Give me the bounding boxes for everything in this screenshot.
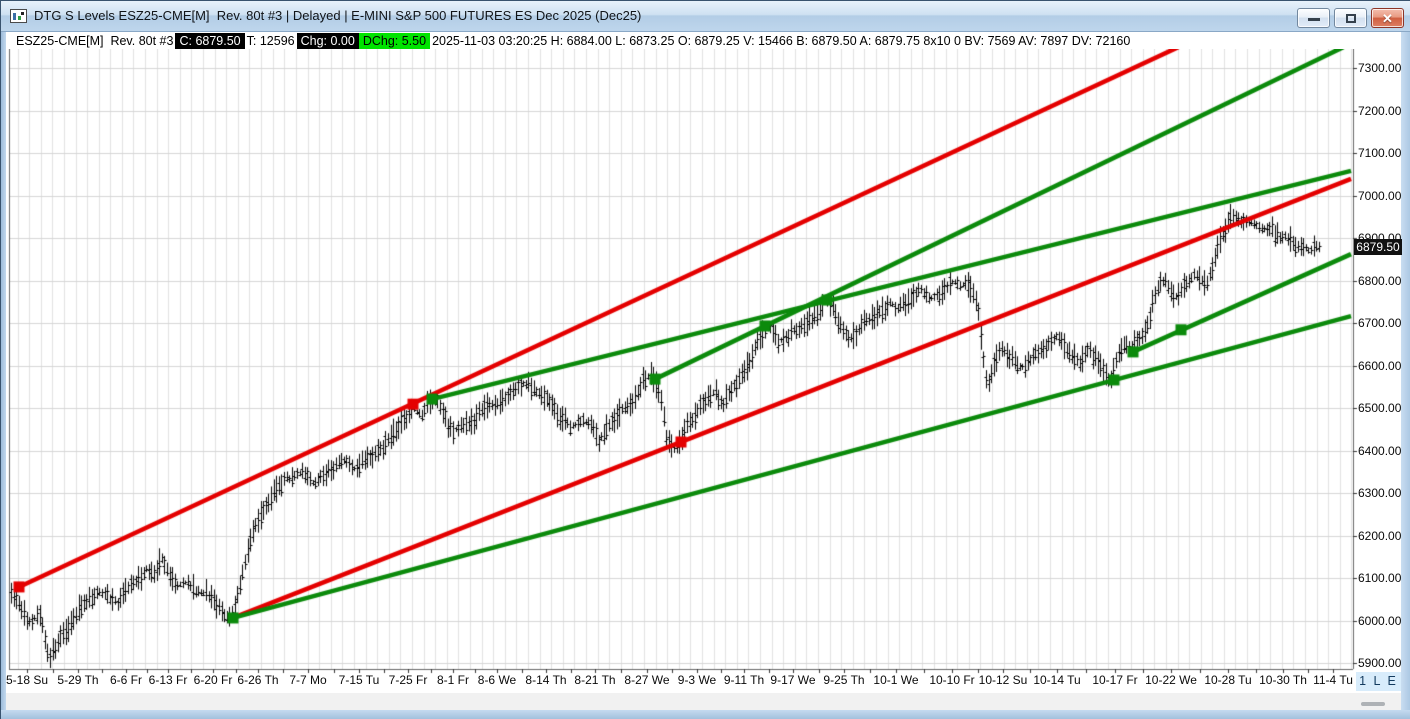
app-window: DTG S Levels ESZ25-CME[M] Rev. 80t #3 | …: [0, 0, 1410, 719]
price-axis-label: 6000.00: [1358, 614, 1402, 628]
close-icon: ✕: [1372, 10, 1403, 27]
time-axis-label: 7-7 Mo: [289, 673, 326, 687]
status-symbol: ESZ25-CME[M] Rev. 80t #3: [14, 33, 175, 49]
title-bar[interactable]: DTG S Levels ESZ25-CME[M] Rev. 80t #3 | …: [1, 1, 1410, 32]
minimize-button[interactable]: [1297, 8, 1330, 28]
status-bar: ESZ25-CME[M] Rev. 80t #3 C: 6879.50 T: 1…: [6, 32, 1401, 50]
price-axis-label: 6300.00: [1358, 486, 1402, 500]
time-axis-label: 9-25 Th: [823, 673, 864, 687]
price-axis-label: 6400.00: [1358, 444, 1402, 458]
status-dchange: DChg: 5.50: [359, 33, 430, 49]
restore-button[interactable]: [1334, 8, 1367, 28]
price-axis-label: 7100.00: [1358, 146, 1402, 160]
time-axis-label: 9-3 We: [678, 673, 716, 687]
time-axis-label: 6-20 Fr: [194, 673, 233, 687]
price-axis-label: 6600.00: [1358, 359, 1402, 373]
time-axis-label: 6-13 Fr: [149, 673, 188, 687]
status-trades: T: 12596: [245, 33, 297, 49]
status-change: Chg: 0.00: [297, 33, 359, 49]
time-axis-label: 8-6 We: [478, 673, 516, 687]
chart-app-icon: [10, 9, 27, 23]
time-axis-label: 7-15 Tu: [339, 673, 380, 687]
chart-canvas[interactable]: [6, 49, 1401, 693]
price-axis-label: 6800.00: [1358, 274, 1402, 288]
time-axis-label: 10-30 Th: [1259, 673, 1307, 687]
price-axis-label: 7200.00: [1358, 104, 1402, 118]
price-axis-label: 6100.00: [1358, 571, 1402, 585]
time-axis-label: 10-22 We: [1145, 673, 1197, 687]
time-axis-label: 6-26 Th: [237, 673, 278, 687]
price-axis-label: 6200.00: [1358, 529, 1402, 543]
window-controls: ✕: [1297, 8, 1404, 28]
restore-icon: [1346, 14, 1356, 23]
time-axis-label: 10-14 Tu: [1033, 673, 1080, 687]
price-axis-label: 6500.00: [1358, 401, 1402, 415]
resize-grip[interactable]: [1361, 702, 1385, 706]
price-axis-label: 7000.00: [1358, 189, 1402, 203]
status-session: 2025-11-03 03:20:25 H: 6884.00 L: 6873.2…: [430, 33, 1132, 49]
price-axis-label: 5900.00: [1358, 656, 1402, 670]
window-border-bottom: [1, 710, 1410, 719]
time-axis-label: 5-18 Su: [6, 673, 48, 687]
time-axis-label: 10-28 Tu: [1204, 673, 1251, 687]
time-axis-label: 9-11 Th: [724, 673, 764, 687]
time-axis-label: 8-14 Th: [525, 673, 566, 687]
time-axis-label: 8-21 Th: [574, 673, 615, 687]
time-axis-label: 8-27 We: [624, 673, 669, 687]
time-axis-label: 10-12 Su: [979, 673, 1028, 687]
status-last: C: 6879.50: [175, 33, 244, 49]
price-axis-label: 7300.00: [1358, 61, 1402, 75]
window-border-right: [1401, 32, 1410, 710]
time-axis-label: 9-17 We: [770, 673, 815, 687]
time-axis-label: 10-10 Fr: [929, 673, 974, 687]
minimize-icon: [1308, 18, 1320, 21]
close-button[interactable]: ✕: [1371, 8, 1404, 28]
time-axis-label: 8-1 Fr: [437, 673, 469, 687]
time-axis-label: 6-6 Fr: [110, 673, 142, 687]
bottom-strip: [6, 693, 1401, 710]
time-axis-label: 10-17 Fr: [1092, 673, 1137, 687]
time-axis-label: 11-4 Tu: [1313, 673, 1353, 687]
last-price-badge: 6879.50: [1354, 239, 1402, 255]
price-axis-label: 6700.00: [1358, 316, 1402, 330]
chart-client-area: ESZ25-CME[M] Rev. 80t #3 C: 6879.50 T: 1…: [6, 32, 1401, 710]
time-axis-label: 10-1 We: [873, 673, 918, 687]
window-title: DTG S Levels ESZ25-CME[M] Rev. 80t #3 | …: [34, 8, 641, 23]
page-indicator[interactable]: 1 L E: [1356, 672, 1401, 691]
time-axis-label: 7-25 Fr: [389, 673, 428, 687]
time-axis-label: 5-29 Th: [57, 673, 98, 687]
